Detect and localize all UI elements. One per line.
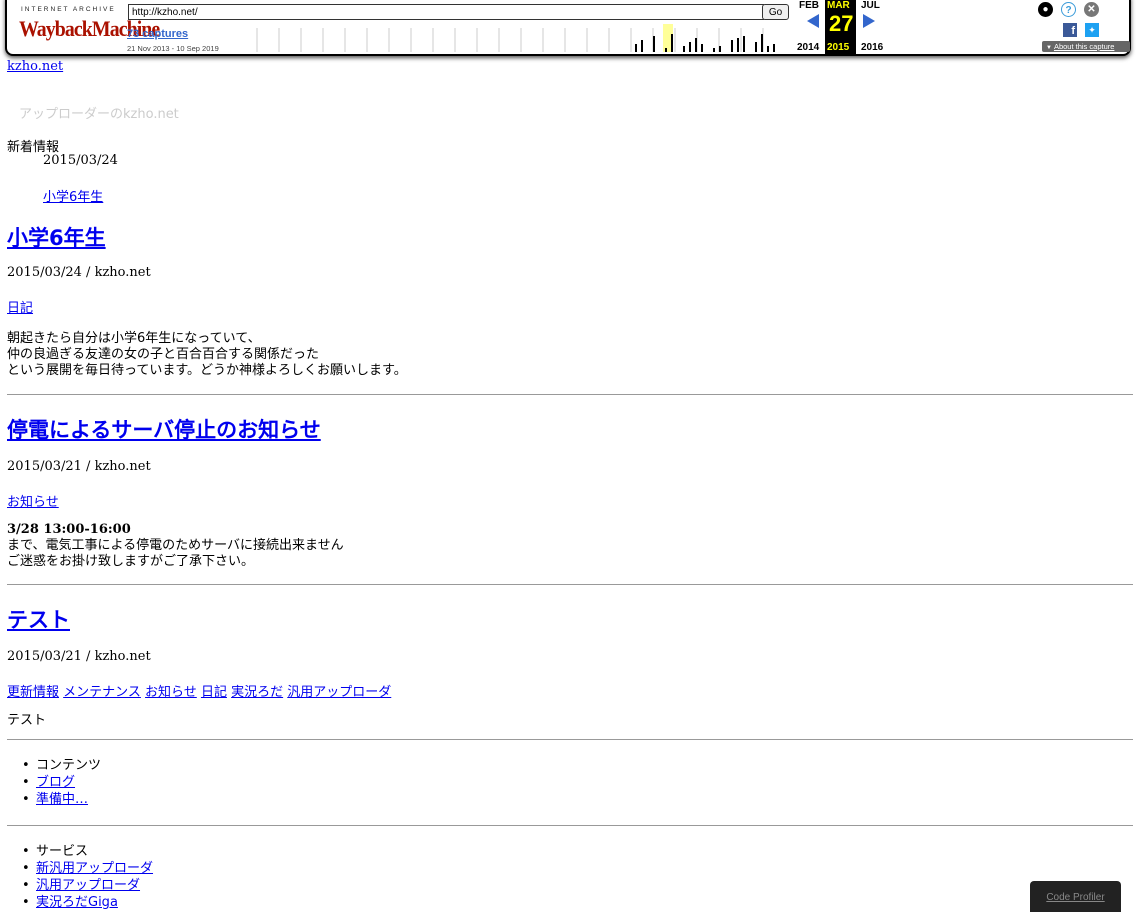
- sparkline-bar: [683, 46, 685, 52]
- contents-menu: コンテンツ ブログ 準備中…: [22, 757, 101, 808]
- sparkline-bar: [743, 36, 745, 52]
- sparkline-bar: [695, 38, 697, 52]
- sparkline-bar: [635, 44, 637, 52]
- body-line: 朝起きたら自分は小学6年生になっていて、: [7, 331, 261, 346]
- twitter-icon[interactable]: ✦: [1085, 23, 1099, 37]
- category-link[interactable]: 日記: [7, 301, 33, 316]
- help-icon[interactable]: ?: [1061, 2, 1076, 17]
- prev-year-link[interactable]: 2014: [797, 42, 819, 53]
- prev-month-link[interactable]: FEB: [799, 0, 819, 11]
- triangle-down-icon: ▼: [1046, 45, 1052, 51]
- sparkline-bar: [773, 44, 775, 52]
- menu-link-blog[interactable]: ブログ: [36, 775, 75, 790]
- category-link[interactable]: 更新情報: [7, 685, 59, 700]
- sparkline-bar: [761, 34, 763, 52]
- post-article: 小学6年生 2015/03/24 / kzho.net 日記 朝起きたら自分は小…: [7, 222, 1133, 378]
- menu-heading: サービス: [22, 843, 153, 860]
- body-line: という展開を毎日待っています。どうか神様よろしくお願いします。: [7, 363, 407, 378]
- body-line: ご迷惑をお掛け致しますがご了承下さい。: [7, 554, 255, 569]
- post-meta: 2015/03/21 / kzho.net: [7, 649, 151, 664]
- divider: [7, 394, 1133, 395]
- sparkline-bar: [689, 42, 691, 52]
- sparkline-bar: [737, 38, 739, 52]
- body-line: テスト: [7, 713, 47, 728]
- go-button[interactable]: Go: [762, 4, 789, 20]
- sparkline-bar: [701, 44, 703, 52]
- site-tagline: アップローダーのkzho.net: [19, 107, 179, 122]
- post-title-link[interactable]: テスト: [7, 608, 70, 632]
- sparkline-bar: [665, 48, 667, 52]
- category-link[interactable]: 実況ろだ: [231, 685, 283, 700]
- category-link[interactable]: 汎用アップローダ: [287, 685, 391, 700]
- sparkline-bar: [731, 40, 733, 52]
- next-year-link[interactable]: 2016: [861, 42, 883, 53]
- post-meta: 2015/03/24 / kzho.net: [7, 265, 151, 280]
- close-icon[interactable]: ✕: [1084, 2, 1099, 17]
- menu-heading: コンテンツ: [22, 757, 101, 774]
- next-month-link[interactable]: JUL: [861, 0, 880, 11]
- facebook-icon[interactable]: f: [1063, 23, 1077, 37]
- post-title-link[interactable]: 小学6年生: [7, 226, 106, 250]
- current-day: 27: [829, 11, 854, 36]
- menu-link-preparing[interactable]: 準備中…: [36, 792, 88, 807]
- post-categories: お知らせ: [7, 491, 59, 510]
- user-icon[interactable]: ●: [1038, 2, 1053, 17]
- body-line: 仲の良過ぎる友達の女の子と百合百合する関係だった: [7, 347, 320, 362]
- current-year: 2015: [827, 42, 850, 53]
- post-title-link[interactable]: 停電によるサーバ停止のお知らせ: [7, 418, 321, 442]
- post-meta: 2015/03/21 / kzho.net: [7, 459, 151, 474]
- about-capture-button[interactable]: ▼ About this capture: [1042, 41, 1130, 52]
- sparkline-bar: [713, 48, 715, 52]
- post-article: 停電によるサーバ停止のお知らせ 2015/03/21 / kzho.net お知…: [7, 414, 1133, 569]
- news-item-link[interactable]: 小学6年生: [43, 186, 103, 205]
- body-line: まで、電気工事による停電のためサーバに接続出来ません: [7, 538, 344, 553]
- captures-link[interactable]: 73 captures: [127, 28, 188, 40]
- current-month: MAR: [827, 0, 850, 11]
- category-link[interactable]: メンテナンス: [63, 685, 141, 700]
- prev-capture-arrow-icon[interactable]: [807, 14, 819, 28]
- capture-sparkline[interactable]: [255, 24, 785, 52]
- divider: [7, 825, 1133, 826]
- services-menu: サービス 新汎用アップローダ 汎用アップローダ 実況ろだGiga: [22, 843, 153, 911]
- category-link[interactable]: お知らせ: [7, 495, 59, 510]
- wayback-url-input[interactable]: [128, 4, 764, 20]
- category-link[interactable]: お知らせ: [145, 685, 197, 700]
- sparkline-bar: [719, 46, 721, 52]
- post-body: テスト: [7, 713, 46, 729]
- post-body: 3/28 13:00-16:00 まで、電気工事による停電のためサーバに接続出来…: [7, 522, 344, 570]
- next-capture-arrow-icon[interactable]: [863, 14, 875, 28]
- sparkline-bar: [671, 34, 673, 52]
- sparkline-bar: [653, 36, 655, 52]
- capture-date-range: 21 Nov 2013 - 10 Sep 2019: [127, 44, 219, 53]
- post-categories: 日記: [7, 297, 33, 316]
- post-body: 朝起きたら自分は小学6年生になっていて、 仲の良過ぎる友達の女の子と百合百合する…: [7, 331, 407, 379]
- sparkline-bar: [767, 46, 769, 52]
- menu-link-uploader[interactable]: 汎用アップローダ: [36, 878, 140, 893]
- menu-link-new-uploader[interactable]: 新汎用アップローダ: [36, 861, 153, 876]
- divider: [7, 739, 1133, 740]
- category-link[interactable]: 日記: [201, 685, 227, 700]
- news-date: 2015/03/24: [43, 153, 118, 168]
- post-categories: 更新情報 メンテナンス お知らせ 日記 実況ろだ 汎用アップローダ: [7, 681, 391, 700]
- notice-time: 3/28 13:00-16:00: [7, 522, 131, 537]
- sparkline-bar: [755, 42, 757, 52]
- divider: [7, 584, 1133, 585]
- sparkline-bar: [641, 40, 643, 52]
- menu-link-giga[interactable]: 実況ろだGiga: [36, 895, 118, 910]
- code-profiler-button[interactable]: Code Profiler: [1030, 881, 1121, 912]
- internet-archive-label: INTERNET ARCHIVE: [21, 6, 116, 13]
- wayback-toolbar: INTERNET ARCHIVE WaybackMachine Go 73 ca…: [5, 0, 1131, 56]
- post-article: テスト 2015/03/21 / kzho.net 更新情報 メンテナンス お知…: [7, 604, 1133, 728]
- site-home-link[interactable]: kzho.net: [7, 59, 63, 74]
